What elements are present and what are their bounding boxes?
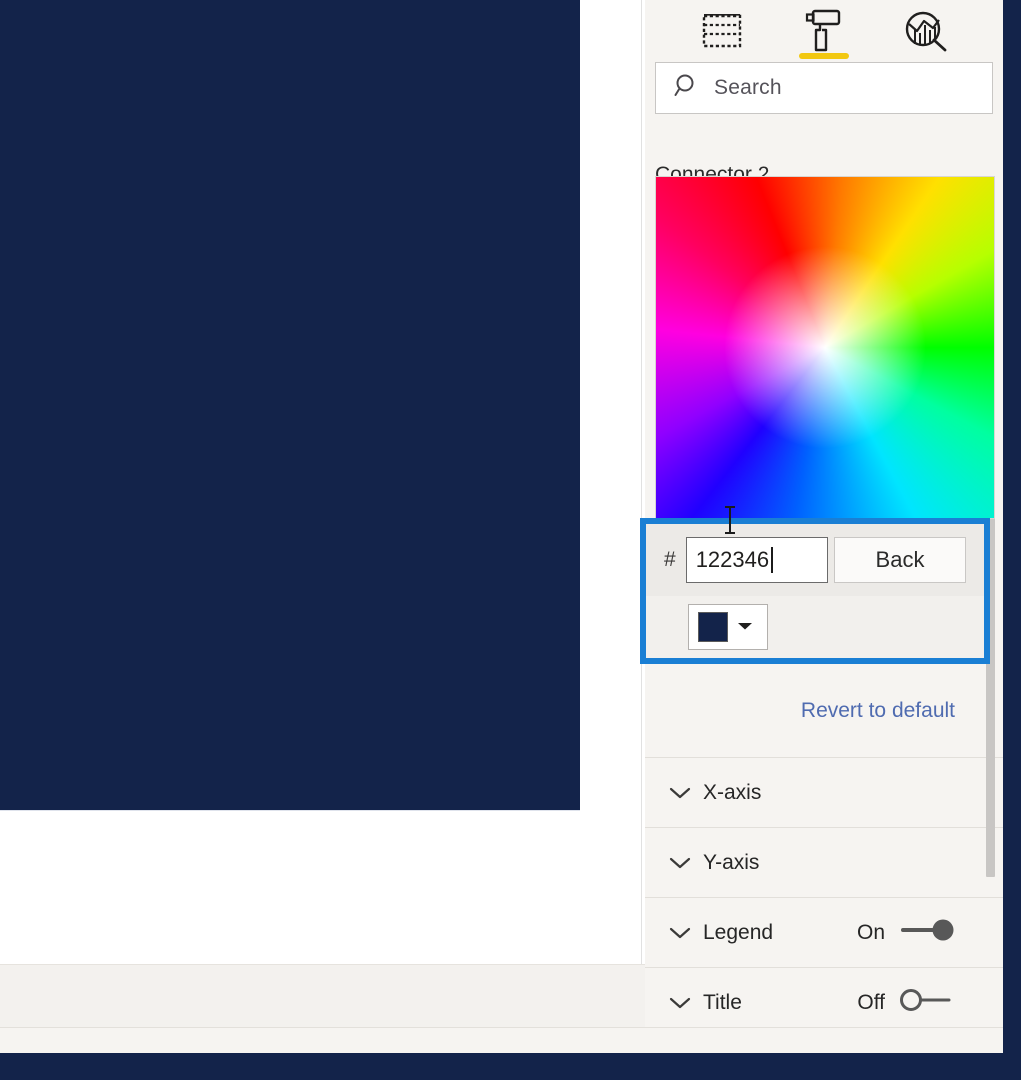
chevron-down-icon	[669, 926, 703, 940]
report-canvas-gutter	[580, 0, 642, 964]
report-canvas-visual[interactable]	[0, 0, 580, 810]
app-root: Search Revert to default X-axis Y-axis L…	[0, 0, 1021, 1080]
search-container: Search	[645, 62, 1003, 114]
report-canvas-white-area[interactable]	[0, 810, 580, 964]
report-canvas-footer-lip	[0, 1027, 1021, 1053]
chevron-down-icon	[669, 996, 703, 1010]
section-row-x-axis[interactable]: X-axis	[645, 758, 1003, 828]
chevron-down-icon	[669, 786, 703, 800]
section-label: Title	[703, 990, 742, 1014]
search-input[interactable]: Search	[655, 62, 993, 114]
paint-roller-icon	[804, 8, 844, 54]
section-label: Legend	[703, 920, 774, 944]
back-button[interactable]: Back	[834, 537, 966, 583]
analytics-magnifier-icon	[903, 10, 949, 52]
legend-toggle-group: On	[857, 917, 955, 948]
search-placeholder-text: Search	[714, 76, 782, 99]
color-swatch-dropdown[interactable]	[688, 604, 768, 650]
chevron-down-icon	[737, 618, 753, 636]
section-label: X-axis	[703, 780, 762, 804]
color-picker-gradient-area[interactable]	[655, 176, 995, 519]
title-toggle-state: Off	[857, 990, 885, 1014]
report-canvas-footer	[0, 964, 645, 1027]
tab-analytics[interactable]	[897, 3, 955, 59]
legend-toggle-switch[interactable]	[899, 917, 955, 948]
title-toggle-switch[interactable]	[899, 987, 955, 1018]
build-visual-grid-icon	[702, 14, 742, 48]
section-label: Y-axis	[703, 850, 760, 874]
revert-to-default-row: Revert to default	[645, 664, 1003, 758]
hash-symbol: #	[664, 548, 676, 571]
hex-color-input[interactable]: 122346	[685, 537, 828, 583]
section-row-y-axis[interactable]: Y-axis	[645, 828, 1003, 898]
search-icon	[674, 73, 700, 104]
section-row-legend[interactable]: Legend On	[645, 898, 1003, 968]
hex-color-value: 122346	[695, 547, 770, 572]
right-edge-strip	[1003, 0, 1021, 1053]
title-toggle-group: Off	[857, 987, 955, 1018]
text-caret	[771, 547, 774, 573]
tab-build-visual[interactable]	[693, 3, 751, 59]
format-pane-tabstrip	[645, 0, 1003, 62]
format-sections-list: Revert to default X-axis Y-axis Legend O…	[645, 664, 1003, 1027]
section-row-title[interactable]: Title Off	[645, 968, 1003, 1027]
tab-format-visual[interactable]	[795, 3, 853, 59]
hex-entry-focus-region: # 122346 Back	[640, 518, 990, 664]
chevron-down-icon	[669, 856, 703, 870]
hex-entry-row: # 122346 Back	[646, 524, 984, 596]
tab-selected-indicator	[799, 53, 849, 59]
revert-to-default-link[interactable]: Revert to default	[801, 699, 955, 723]
bottom-app-bar	[0, 1053, 1021, 1080]
text-cursor-icon	[722, 505, 738, 540]
selected-color-swatch	[698, 612, 728, 642]
legend-toggle-state: On	[856, 920, 885, 944]
